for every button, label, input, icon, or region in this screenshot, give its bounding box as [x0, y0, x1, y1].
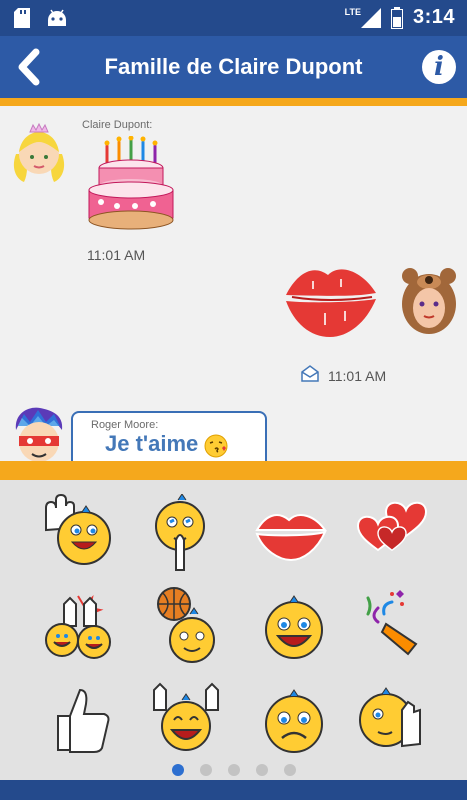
praying-smiley-sticker[interactable] [148, 494, 228, 574]
page-dot-2[interactable] [199, 764, 212, 776]
high-five-sticker[interactable] [40, 586, 120, 666]
laughing-smiley-sticker[interactable] [254, 586, 334, 666]
battery-icon [390, 6, 403, 29]
input-divider-bar [0, 461, 467, 480]
app-bar: Famille de Claire Dupont i [0, 36, 467, 98]
read-envelope-icon [301, 365, 319, 382]
waving-smiley-sticker[interactable] [38, 494, 118, 574]
back-arrow-icon [18, 48, 40, 86]
page-dot-5[interactable] [283, 764, 296, 776]
basketball-smiley-sticker[interactable] [148, 586, 228, 666]
info-icon: i [434, 52, 444, 82]
chat-area[interactable]: Claire Dupont: 11:01 AM 11:01 AM Roger M… [0, 106, 467, 461]
sender-name: Claire Dupont: [82, 119, 153, 131]
sticker-page-indicator [0, 764, 467, 778]
message-timestamp: 11:01 AM [328, 368, 387, 384]
signal-icon [360, 7, 381, 28]
conversation-title: Famille de Claire Dupont [104, 54, 363, 79]
page-dot-4[interactable] [255, 764, 268, 776]
sender-name: Roger Moore: [91, 419, 159, 431]
message-timestamp: 11:01 AM [87, 247, 146, 263]
birthday-cake-sticker[interactable] [85, 136, 177, 236]
superhero-avatar[interactable] [10, 406, 68, 461]
party-horn-sticker[interactable] [356, 584, 436, 664]
info-button[interactable]: i [422, 50, 456, 84]
message-text: Je t'aime [105, 431, 199, 456]
thumbs-up-sticker[interactable] [44, 680, 124, 760]
header-accent-bar [0, 98, 467, 106]
sd-card-icon [14, 8, 30, 28]
sticker-panel [0, 480, 467, 780]
kiss-face-emoji [204, 434, 228, 458]
android-icon [48, 9, 66, 26]
back-button[interactable] [12, 48, 48, 86]
sad-smiley-sticker[interactable] [254, 680, 334, 760]
hearts-sticker[interactable] [352, 494, 432, 574]
page-dot-1[interactable] [171, 764, 184, 776]
message-bubble[interactable]: Roger Moore: Je t'aime [71, 411, 267, 461]
clock: 3:14 [412, 6, 455, 28]
princess-avatar[interactable] [8, 122, 70, 184]
facepalm-smiley-sticker[interactable] [352, 676, 432, 756]
cheering-smiley-sticker[interactable] [146, 680, 226, 760]
navigation-bar [0, 780, 467, 800]
page-dot-3[interactable] [227, 764, 240, 776]
status-bar: LTE 3:14 [0, 0, 467, 36]
kiss-lips-sticker[interactable] [282, 261, 380, 341]
network-type-label: LTE [344, 6, 361, 17]
bear-avatar[interactable] [400, 266, 458, 336]
red-lips-sticker[interactable] [251, 494, 331, 574]
